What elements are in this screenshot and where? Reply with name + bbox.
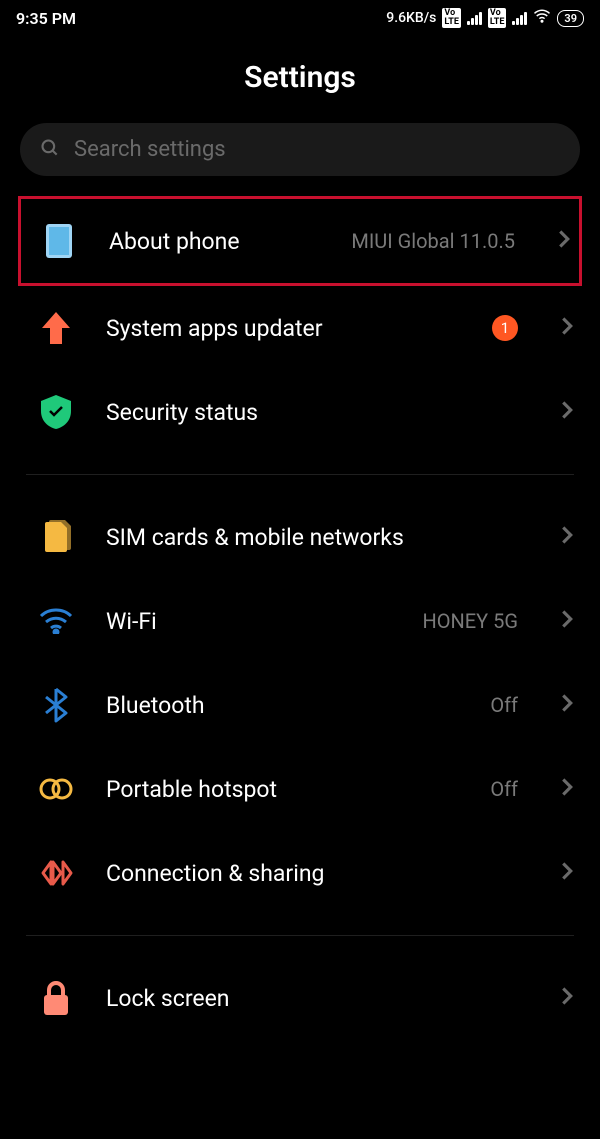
- signal-icon-2: [512, 12, 527, 25]
- network-speed: 9.6KB/s: [386, 10, 436, 26]
- connection-icon: [38, 855, 74, 891]
- hotspot-value: Off: [490, 777, 518, 801]
- shield-check-icon: [38, 394, 74, 430]
- wifi-label: Wi-Fi: [106, 608, 391, 635]
- chevron-right-icon: [560, 400, 574, 424]
- sim-card-icon: [38, 519, 74, 555]
- chevron-right-icon: [557, 229, 571, 253]
- about-phone-item[interactable]: About phone MIUI Global 11.0.5: [18, 196, 582, 286]
- chevron-right-icon: [560, 316, 574, 340]
- bluetooth-icon: [38, 687, 74, 723]
- volte-icon-2: VoLTE: [488, 8, 507, 28]
- hotspot-label: Portable hotspot: [106, 776, 458, 803]
- chevron-right-icon: [560, 525, 574, 549]
- wifi-value: HONEY 5G: [423, 609, 519, 633]
- battery-icon: 39: [557, 10, 584, 27]
- system-updater-item[interactable]: System apps updater 1: [0, 286, 600, 370]
- phone-icon: [41, 223, 77, 259]
- divider: [26, 474, 574, 475]
- chevron-right-icon: [560, 986, 574, 1010]
- wifi-icon: [38, 603, 74, 639]
- divider: [26, 935, 574, 936]
- search-input[interactable]: Search settings: [20, 123, 580, 176]
- search-placeholder: Search settings: [74, 137, 226, 162]
- hotspot-item[interactable]: Portable hotspot Off: [0, 747, 600, 831]
- chevron-right-icon: [560, 861, 574, 885]
- sim-cards-item[interactable]: SIM cards & mobile networks: [0, 495, 600, 579]
- system-updater-label: System apps updater: [106, 315, 460, 342]
- updater-badge: 1: [492, 315, 518, 341]
- arrow-up-icon: [38, 310, 74, 346]
- sim-cards-label: SIM cards & mobile networks: [106, 524, 528, 551]
- bluetooth-value: Off: [490, 693, 518, 717]
- lock-screen-label: Lock screen: [106, 985, 528, 1012]
- connection-sharing-label: Connection & sharing: [106, 860, 528, 887]
- security-status-label: Security status: [106, 399, 528, 426]
- status-time: 9:35 PM: [16, 9, 76, 28]
- security-status-item[interactable]: Security status: [0, 370, 600, 454]
- status-indicators: 9.6KB/s VoLTE VoLTE 39: [386, 7, 584, 29]
- page-title: Settings: [0, 36, 600, 123]
- about-phone-value: MIUI Global 11.0.5: [351, 229, 515, 253]
- lock-icon: [38, 980, 74, 1016]
- connection-sharing-item[interactable]: Connection & sharing: [0, 831, 600, 915]
- search-icon: [40, 138, 60, 162]
- wifi-status-icon: [533, 7, 551, 29]
- bluetooth-label: Bluetooth: [106, 692, 458, 719]
- about-phone-label: About phone: [109, 228, 319, 255]
- chevron-right-icon: [560, 693, 574, 717]
- hotspot-icon: [38, 771, 74, 807]
- bluetooth-item[interactable]: Bluetooth Off: [0, 663, 600, 747]
- status-bar: 9:35 PM 9.6KB/s VoLTE VoLTE 39: [0, 0, 600, 36]
- volte-icon-1: VoLTE: [442, 8, 461, 28]
- chevron-right-icon: [560, 609, 574, 633]
- wifi-item[interactable]: Wi-Fi HONEY 5G: [0, 579, 600, 663]
- signal-icon-1: [467, 12, 482, 25]
- lock-screen-item[interactable]: Lock screen: [0, 956, 600, 1040]
- chevron-right-icon: [560, 777, 574, 801]
